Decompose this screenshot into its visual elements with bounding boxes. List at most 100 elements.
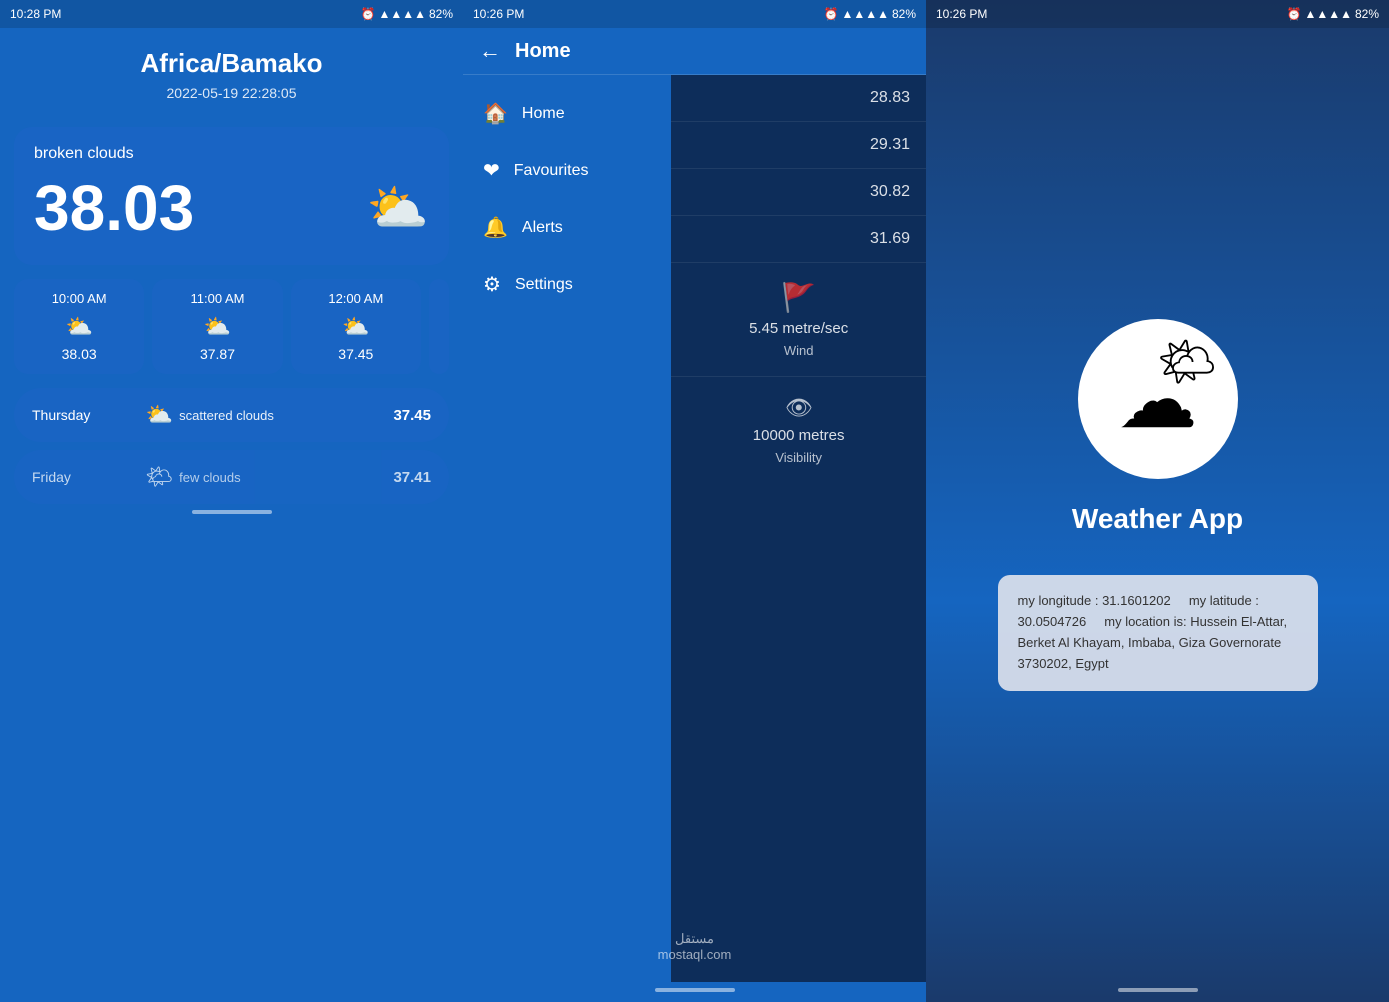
day-row-0: Thursday ⛅ scattered clouds 37.45 (14, 388, 449, 442)
home-indicator-3 (926, 982, 1389, 1002)
city-name: Africa/Bamako (20, 48, 443, 79)
signal-icon-3: ▲▲▲▲ (1304, 7, 1352, 21)
gear-icon: ⚙ (483, 272, 501, 297)
latitude-label: my latitude : (1189, 593, 1259, 608)
status-bar-1: 10:28 PM ⏰ ▲▲▲▲ 82% (0, 0, 463, 28)
hourly-forecast: 10:00 AM ⛅ 38.03 11:00 AM ⛅ 37.87 12:00 … (14, 279, 449, 374)
menu-label-alerts: Alerts (522, 219, 563, 237)
app-logo-circle: ☁ 🌤 (1078, 319, 1238, 479)
hour-temp-1: 37.87 (160, 346, 274, 362)
hour-icon-1: ⛅ (160, 314, 274, 340)
status-icons-2: ⏰ ▲▲▲▲ 82% (824, 7, 917, 21)
data-val-0: 28.83 (671, 75, 926, 122)
s3-main: ☁ 🌤 Weather App my longitude : 31.160120… (926, 28, 1389, 982)
app-title: Weather App (1072, 503, 1243, 535)
menu-label-favourites: Favourites (514, 162, 589, 180)
s2-layout: 🏠 Home ❤ Favourites 🔔 Alerts ⚙ Settings (463, 75, 926, 982)
home-indicator-2 (463, 982, 926, 1002)
location-info-card: my longitude : 31.1601202 my latitude : … (998, 575, 1318, 690)
time-1: 10:28 PM (10, 7, 61, 21)
hour-temp-0: 38.03 (22, 346, 136, 362)
main-cloud-icon: ⛅ (367, 179, 429, 238)
visibility-label: Visibility (775, 450, 822, 465)
daily-forecast: Thursday ⛅ scattered clouds 37.45 Friday… (14, 388, 449, 504)
watermark-arabic: مستقل (658, 931, 732, 947)
longitude-info: my longitude : 31.1601202 my latitude : (1018, 591, 1298, 612)
menu-item-favourites[interactable]: ❤ Favourites (463, 142, 671, 199)
day-temp-0: 37.45 (393, 407, 431, 424)
date-display: 2022-05-19 22:28:05 (20, 85, 443, 101)
logo-sun-icon: 🌤 (1157, 333, 1218, 390)
status-icons-1: ⏰ ▲▲▲▲ 82% (361, 7, 454, 21)
day-name-0: Thursday (32, 407, 139, 423)
visibility-section: 👁 10000 metres Visibility (671, 377, 926, 483)
sidebar: 🏠 Home ❤ Favourites 🔔 Alerts ⚙ Settings (463, 75, 671, 982)
longitude-value: 31.1601202 (1102, 593, 1171, 608)
home-icon: 🏠 (483, 101, 508, 126)
visibility-icon: 👁 (785, 395, 813, 421)
status-bar-2: 10:26 PM ⏰ ▲▲▲▲ 82% (463, 0, 926, 28)
hour-card-1: 11:00 AM ⛅ 37.87 (152, 279, 282, 374)
signal-icon: ▲▲▲▲ (378, 7, 426, 21)
screen1: 10:28 PM ⏰ ▲▲▲▲ 82% Africa/Bamako 2022-0… (0, 0, 463, 1002)
menu-item-home[interactable]: 🏠 Home (463, 85, 671, 142)
heart-icon: ❤ (483, 158, 500, 183)
day-condition-1: few clouds (179, 470, 393, 485)
signal-icon-2: ▲▲▲▲ (841, 7, 889, 21)
hour-temp-2: 37.45 (299, 346, 413, 362)
clock-icon-2: ⏰ (824, 7, 839, 21)
time-3: 10:26 PM (936, 7, 987, 21)
hour-icon-0: ⛅ (22, 314, 136, 340)
weather-card: broken clouds 38.03 ⛅ (14, 127, 449, 265)
hour-time-0: 10:00 AM (22, 291, 136, 306)
latitude-value: 30.0504726 (1018, 614, 1087, 629)
temperature: 38.03 (34, 171, 194, 245)
logo-inner: ☁ 🌤 (1118, 353, 1198, 446)
wind-section: 🚩 5.45 metre/sec Wind (671, 263, 926, 377)
wind-icon: 🚩 (781, 281, 816, 314)
latitude-info: 30.0504726 my location is: Hussein El-At… (1018, 612, 1298, 674)
hour-time-1: 11:00 AM (160, 291, 274, 306)
screen2: 10:26 PM ⏰ ▲▲▲▲ 82% ← Home 🏠 Home ❤ Favo… (463, 0, 926, 1002)
hour-icon-2: ⛅ (299, 314, 413, 340)
hour-time-2: 12:00 AM (299, 291, 413, 306)
nav-title: Home (515, 40, 571, 63)
data-val-1: 29.31 (671, 122, 926, 169)
day-row-1: Friday 🌤 few clouds 37.41 (14, 450, 449, 504)
day-name-1: Friday (32, 469, 139, 485)
menu-item-alerts[interactable]: 🔔 Alerts (463, 199, 671, 256)
wind-label: Wind (784, 343, 814, 358)
condition: broken clouds (34, 145, 429, 163)
longitude-label: my longitude : (1018, 593, 1099, 608)
day-condition-0: scattered clouds (179, 408, 393, 423)
home-indicator-1 (0, 504, 463, 524)
bell-icon: 🔔 (483, 215, 508, 240)
menu-label-settings: Settings (515, 276, 573, 294)
wind-value: 5.45 metre/sec (749, 320, 848, 337)
location-label: my location is: (1104, 614, 1186, 629)
menu-item-settings[interactable]: ⚙ Settings (463, 256, 671, 313)
data-val-3: 31.69 (671, 216, 926, 263)
day-icon-1: 🌤 (139, 464, 179, 490)
status-bar-3: 10:26 PM ⏰ ▲▲▲▲ 82% (926, 0, 1389, 28)
battery-1: 82% (429, 7, 453, 21)
watermark-url: mostaql.com (658, 947, 732, 962)
data-val-2: 30.82 (671, 169, 926, 216)
day-icon-0: ⛅ (139, 402, 179, 428)
screen3: 10:26 PM ⏰ ▲▲▲▲ 82% ☁ 🌤 Weather App my (926, 0, 1389, 1002)
nav-bar: ← Home (463, 28, 926, 75)
watermark: مستقل mostaql.com (658, 931, 732, 962)
time-2: 10:26 PM (473, 7, 524, 21)
s1-header: Africa/Bamako 2022-05-19 22:28:05 (0, 28, 463, 127)
clock-icon: ⏰ (361, 7, 376, 21)
visibility-value: 10000 metres (753, 427, 845, 444)
day-temp-1: 37.41 (393, 469, 431, 486)
hour-card-0: 10:00 AM ⛅ 38.03 (14, 279, 144, 374)
clock-icon-3: ⏰ (1287, 7, 1302, 21)
hour-card-2: 12:00 AM ⛅ 37.45 (291, 279, 421, 374)
s2-main-content: 28.83 29.31 30.82 31.69 🚩 5.45 metre/sec… (671, 75, 926, 982)
status-icons-3: ⏰ ▲▲▲▲ 82% (1287, 7, 1380, 21)
hour-card-partial (429, 279, 449, 374)
menu-label-home: Home (522, 105, 565, 123)
back-button[interactable]: ← (479, 38, 501, 64)
